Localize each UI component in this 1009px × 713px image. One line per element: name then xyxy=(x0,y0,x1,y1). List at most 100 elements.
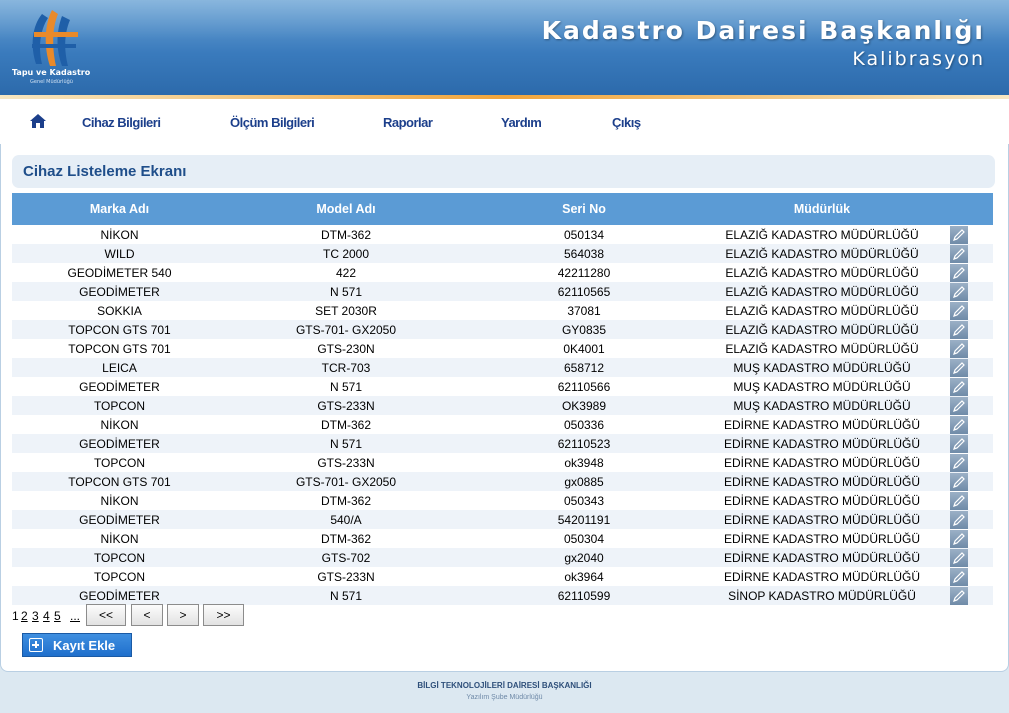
cell-mudurluk: SİNOP KADASTRO MÜDÜRLÜĞÜ xyxy=(703,586,941,605)
table-row: GEODİMETER N 571 62110565 ELAZIĞ KADASTRO M… xyxy=(12,282,993,301)
table-row: GEODİMETER 540/A 54201191 EDİRNE KADASTRO M… xyxy=(12,510,993,529)
cell-marka: TOPCON GTS 701 xyxy=(12,472,227,491)
pager-current-page: 1 xyxy=(12,609,19,623)
pencil-icon[interactable] xyxy=(949,244,968,263)
nav-cihaz-bilgileri[interactable]: Cihaz Bilgileri xyxy=(82,115,161,130)
table-row: TOPCON GTS-233N OK3989 MUŞ KADASTRO MÜDÜRLÜ… xyxy=(12,396,993,415)
pencil-icon[interactable] xyxy=(949,586,968,605)
col-header-marka[interactable]: Marka Adı xyxy=(12,193,227,225)
cell-mudurluk: EDİRNE KADASTRO MÜDÜRLÜĞÜ xyxy=(723,493,921,508)
pager-page-4[interactable]: 4 xyxy=(43,609,50,623)
pager-page-2[interactable]: 2 xyxy=(21,609,28,623)
cell-mudurluk: EDİRNE KADASTRO MÜDÜRLÜĞÜ xyxy=(723,417,921,432)
cell-seri: 0K4001 xyxy=(563,341,605,356)
cell-marka: LEICA xyxy=(12,358,227,377)
cell-seri: ok3964 xyxy=(564,569,604,584)
col-header-mudurluk[interactable]: Müdürlük xyxy=(703,193,941,225)
cell-model: DTM-362 xyxy=(320,531,371,546)
pencil-icon[interactable] xyxy=(949,491,968,510)
pencil-icon[interactable] xyxy=(949,396,968,415)
pager-page-3[interactable]: 3 xyxy=(32,609,39,623)
cell-marka: GEODİMETER xyxy=(12,434,227,453)
cell-actions xyxy=(941,282,993,301)
cell-actions xyxy=(941,567,993,586)
cell-model: N 571 xyxy=(227,434,465,453)
pager-next-button[interactable]: > xyxy=(167,604,199,626)
pencil-icon[interactable] xyxy=(949,282,968,301)
col-header-seri[interactable]: Seri No xyxy=(465,193,703,225)
cell-marka: TOPCON xyxy=(93,569,146,584)
pencil-icon[interactable] xyxy=(949,548,968,567)
cell-actions xyxy=(941,548,993,567)
cell-marka: TOPCON xyxy=(12,396,227,415)
cell-marka: TOPCON GTS 701 xyxy=(68,341,171,356)
pencil-icon[interactable] xyxy=(949,415,968,434)
table-row: GEODİMETER N 571 62110523 EDİRNE KADASTRO M… xyxy=(12,434,993,453)
pager-last-button[interactable]: >> xyxy=(203,604,244,626)
cell-mudurluk: MUŞ KADASTRO MÜDÜRLÜĞÜ xyxy=(703,358,941,377)
table-row: GEODİMETER N 571 62110566 MUŞ KADASTRO MÜDÜ… xyxy=(12,377,993,396)
cell-actions xyxy=(941,320,993,339)
add-record-button[interactable]: Kayıt Ekle xyxy=(22,633,132,657)
pencil-icon[interactable] xyxy=(949,358,968,377)
logo-text: Tapu ve Kadastro xyxy=(12,68,91,77)
app-header: Tapu ve Kadastro Genel Müdürlüğü Kadastr… xyxy=(0,0,1009,95)
nav-olcum-bilgileri[interactable]: Ölçüm Bilgileri xyxy=(230,115,315,130)
table-row: GEODİMETER 540 422 42211280 ELAZIĞ KADASTRO… xyxy=(12,263,993,282)
table-row: LEICA TCR-703 658712 MUŞ KADASTRO MÜDÜRLÜĞÜ xyxy=(12,358,993,377)
cell-model: N 571 xyxy=(227,282,465,301)
cell-model: TCR-703 xyxy=(227,358,465,377)
pencil-icon[interactable] xyxy=(949,434,968,453)
nav-cikis[interactable]: Çıkış xyxy=(612,115,641,130)
pencil-icon[interactable] xyxy=(949,263,968,282)
col-header-model[interactable]: Model Adı xyxy=(227,193,465,225)
cell-mudurluk: ELAZIĞ KADASTRO MÜDÜRLÜĞÜ xyxy=(703,320,941,339)
cell-seri: GY0835 xyxy=(465,320,703,339)
cell-marka: GEODİMETER xyxy=(12,510,227,529)
pencil-icon[interactable] xyxy=(949,567,968,586)
add-record-label: Kayıt Ekle xyxy=(53,638,116,653)
cell-mudurluk: EDİRNE KADASTRO MÜDÜRLÜĞÜ xyxy=(723,455,921,470)
home-icon[interactable] xyxy=(29,113,47,129)
logo-subtext: Genel Müdürlüğü xyxy=(30,79,73,85)
pencil-icon[interactable] xyxy=(949,472,968,491)
table-row: TOPCON GTS-702 gx2040 EDİRNE KADASTRO MÜDÜR… xyxy=(12,548,993,567)
cell-mudurluk: ELAZIĞ KADASTRO MÜDÜRLÜĞÜ xyxy=(703,244,941,263)
main-nav: Cihaz Bilgileri Ölçüm Bilgileri Raporlar… xyxy=(0,99,1009,144)
cell-model: DTM-362 xyxy=(320,417,371,432)
cell-model: GTS-233N xyxy=(227,396,465,415)
cell-mudurluk: ELAZIĞ KADASTRO MÜDÜRLÜĞÜ xyxy=(725,265,919,280)
cell-marka: GEODİMETER xyxy=(12,586,227,605)
pencil-icon[interactable] xyxy=(949,301,968,320)
cell-seri: 62110523 xyxy=(465,434,703,453)
nav-yardim[interactable]: Yardım xyxy=(501,115,542,130)
cell-marka: TOPCON GTS 701 xyxy=(12,320,227,339)
cell-mudurluk: EDİRNE KADASTRO MÜDÜRLÜĞÜ xyxy=(703,434,941,453)
cell-actions xyxy=(941,396,993,415)
pencil-icon[interactable] xyxy=(949,377,968,396)
nav-raporlar[interactable]: Raporlar xyxy=(383,115,433,130)
cell-seri: 42211280 xyxy=(557,265,611,280)
pencil-icon[interactable] xyxy=(949,339,968,358)
pencil-icon[interactable] xyxy=(949,320,968,339)
pencil-icon[interactable] xyxy=(949,453,968,472)
cell-actions xyxy=(941,339,993,358)
pager-prev-button[interactable]: < xyxy=(131,604,163,626)
pager-first-button[interactable]: << xyxy=(86,604,126,626)
cell-model: N 571 xyxy=(329,379,363,394)
cell-seri: 62110566 xyxy=(557,379,611,394)
pencil-icon[interactable] xyxy=(949,225,968,244)
pager-more[interactable]: ... xyxy=(70,609,80,623)
cell-actions xyxy=(941,301,993,320)
cell-model: GTS-233N xyxy=(317,569,375,584)
pencil-icon[interactable] xyxy=(949,510,968,529)
pencil-icon[interactable] xyxy=(949,529,968,548)
cell-model: GTS-702 xyxy=(227,548,465,567)
cell-seri: gx0885 xyxy=(465,472,703,491)
footer-org: BİLGİ TEKNOLOJİLERİ DAİRESİ BAŞKANLIĞI xyxy=(417,681,592,690)
pager-page-5[interactable]: 5 xyxy=(54,609,61,623)
cell-marka: WILD xyxy=(12,244,227,263)
cell-marka: NİKON xyxy=(100,417,139,432)
table-row: TOPCON GTS-233N ok3964 EDİRNE KADASTRO MÜDÜ… xyxy=(12,567,993,586)
cell-marka: NİKON xyxy=(100,227,139,242)
